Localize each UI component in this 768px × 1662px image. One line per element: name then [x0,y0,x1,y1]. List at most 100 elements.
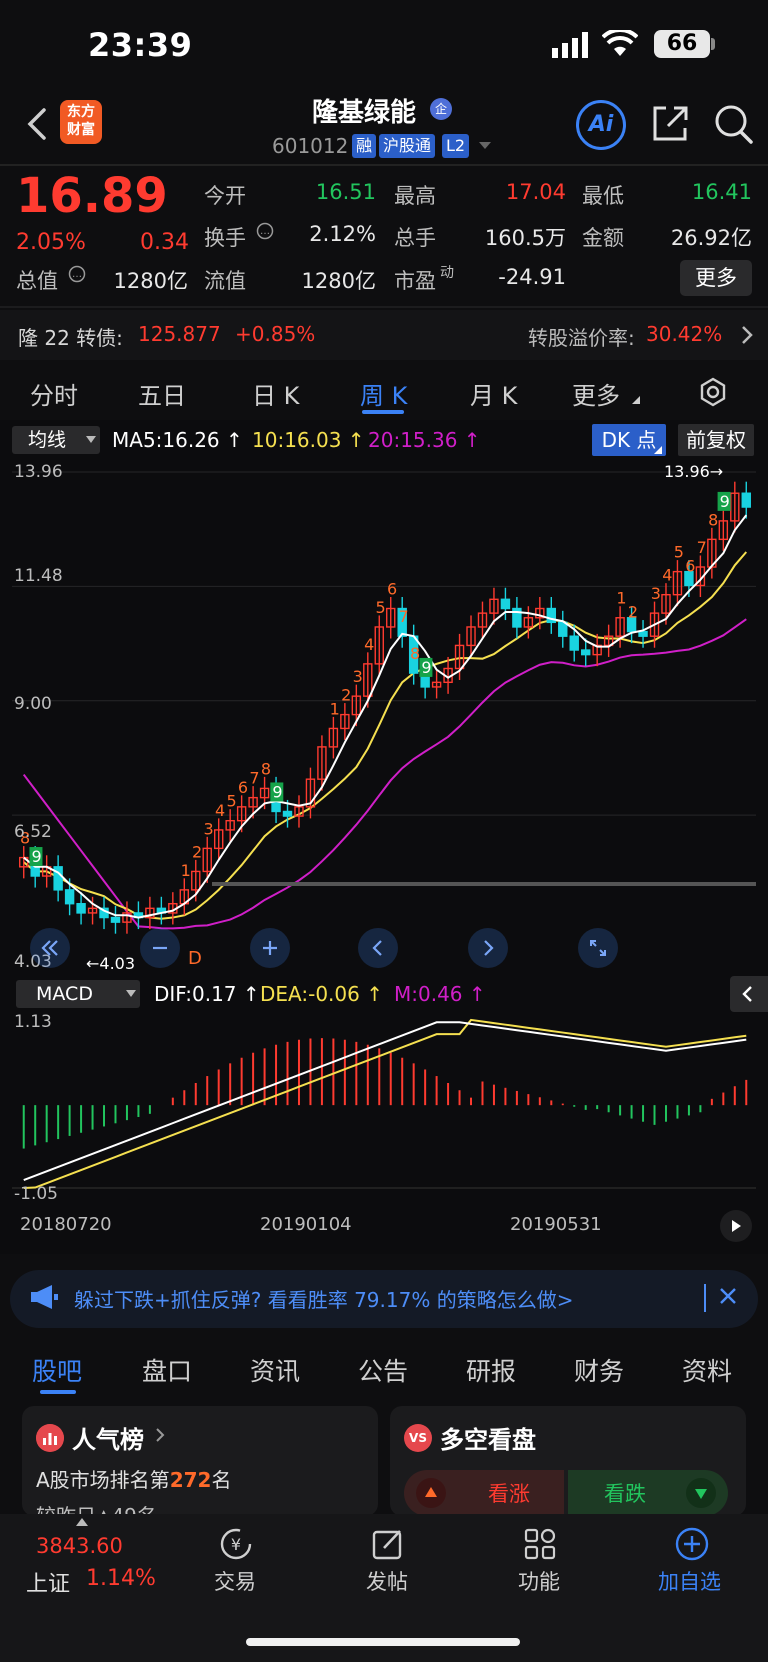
close-icon[interactable] [718,1286,738,1306]
ytick: 6.52 [14,822,52,842]
amount-label: 金额 [582,226,624,250]
tab-weekly-k[interactable]: 周 K [360,376,407,411]
candle-body [76,903,86,914]
tab-more[interactable]: 更多 [572,376,620,411]
current-price: 16.89 [16,168,168,224]
tab-financials[interactable]: 财务 [574,1352,624,1388]
ytick: 9.00 [14,694,52,714]
dk-signal: 8 [261,759,271,778]
chevron-left-icon [742,986,752,1002]
back-icon[interactable] [22,104,58,144]
rank-number: 272 [169,1468,212,1492]
dk-signal: 3 [204,819,214,838]
index-name[interactable]: 上证 [26,1566,70,1598]
status-clock: 23:39 [88,26,193,64]
info-icon[interactable]: … [256,222,274,240]
edit-icon[interactable] [370,1526,406,1562]
dk-signal: 9 [272,782,282,801]
triangle-down-icon[interactable] [478,140,492,150]
signal-icon [552,32,588,58]
dk-signal: 1 [616,589,626,608]
tab-daily-k[interactable]: 日 K [252,376,299,411]
dea-value: DEA:-0.06 ↑ [260,982,383,1006]
chevron-right-icon[interactable] [740,324,754,346]
tag-level2: L2 [442,134,470,158]
banner-text[interactable]: 躲过下跌+抓住反弹? 看看胜率 79.17% 的策略怎么做> [74,1284,573,1313]
candle-body [741,492,751,508]
turnover-value: 2.12% [309,222,376,246]
dk-signal: 8 [410,644,420,663]
chevron-right-icon [156,1428,165,1442]
share-icon[interactable] [650,102,690,144]
macd-select[interactable]: MACD [16,980,140,1008]
svg-text:…: … [260,226,270,237]
dk-signal: 7 [697,538,707,557]
kline-chart[interactable]: 891234 56 7 89123456789123456789 [12,460,756,970]
high-marker: 13.96→ [664,462,724,481]
candle-body [64,889,75,905]
candle-body [569,635,579,651]
trade-icon[interactable]: ¥ [218,1526,254,1562]
tab-research[interactable]: 研报 [466,1352,516,1388]
ma5-value: MA5:16.26 ↑ [112,428,243,452]
index-value[interactable]: 3843.60 [36,1534,123,1558]
dea-line [23,1018,747,1189]
bond-price: 125.877 [138,322,221,346]
macd-ytick-bottom: -1.05 [14,1184,58,1204]
minus-icon [153,946,167,950]
tab-forum[interactable]: 股吧 [32,1352,82,1388]
change-value: 0.34 [140,230,189,255]
dk-signal: 9 [421,658,431,677]
macd-chart[interactable] [12,1012,756,1202]
battery-indicator: 66 [654,30,710,58]
bear-label: 看跌 [604,1482,646,1506]
search-icon[interactable] [712,102,754,146]
tab-orderbook[interactable]: 盘口 [142,1352,192,1388]
pe-superscript: 动 [440,265,454,281]
eastmoney-logo: 东方 财富 [60,100,102,144]
tab-profile[interactable]: 资料 [682,1352,732,1388]
caret-up-icon [76,1518,88,1526]
post-label[interactable]: 发帖 [366,1566,408,1596]
functions-label[interactable]: 功能 [518,1566,560,1596]
tab-news[interactable]: 资讯 [250,1352,300,1388]
dk-signal: 6 [685,556,695,575]
plus-circle-icon[interactable] [674,1526,710,1562]
trade-label[interactable]: 交易 [214,1566,256,1596]
mktcap-value: 1280亿 [113,269,188,293]
svg-text:…: … [72,269,82,280]
tab-five-day[interactable]: 五日 [138,376,186,411]
gear-icon[interactable] [697,376,729,408]
svg-text:¥: ¥ [231,1535,241,1554]
info-icon[interactable]: … [68,265,86,283]
dk-signal: 4 [364,635,374,654]
index-percent[interactable]: 1.14% [86,1566,156,1591]
float-label: 流值 [204,269,246,293]
grid-icon[interactable] [522,1526,558,1562]
turnover-label: 换手 [204,226,246,250]
tab-announcements[interactable]: 公告 [358,1352,408,1388]
bull-bear-title: 多空看盘 [440,1426,536,1454]
dk-signal: 5 [674,543,684,562]
triangle-up-icon [425,1487,437,1497]
more-button[interactable]: 更多 [680,260,752,296]
premium-label: 转股溢价率: [528,326,635,350]
m-value: M:0.46 ↑ [394,982,486,1006]
rank-prefix: A股市场排名第 [36,1468,170,1492]
macd-ytick-top: 1.13 [14,1012,52,1032]
tab-intraday[interactable]: 分时 [30,376,78,411]
candle-body [500,598,511,610]
dk-signal: 5 [226,792,236,811]
tag-connect: 沪股通 [379,134,436,158]
plus-icon [263,941,277,955]
megaphone-icon [31,1285,58,1309]
dk-signal: 3 [353,667,363,686]
candles [19,481,751,934]
low-marker: ←4.03 [86,954,136,973]
tab-monthly-k[interactable]: 月 K [470,376,517,411]
forward-adjust-button[interactable]: 前复权 [678,424,754,456]
ai-button[interactable]: Ai [576,100,626,150]
mktcap-label: 总值 [16,269,58,293]
add-watchlist-label[interactable]: 加自选 [658,1566,721,1596]
dk-signal: 9 [720,492,730,511]
